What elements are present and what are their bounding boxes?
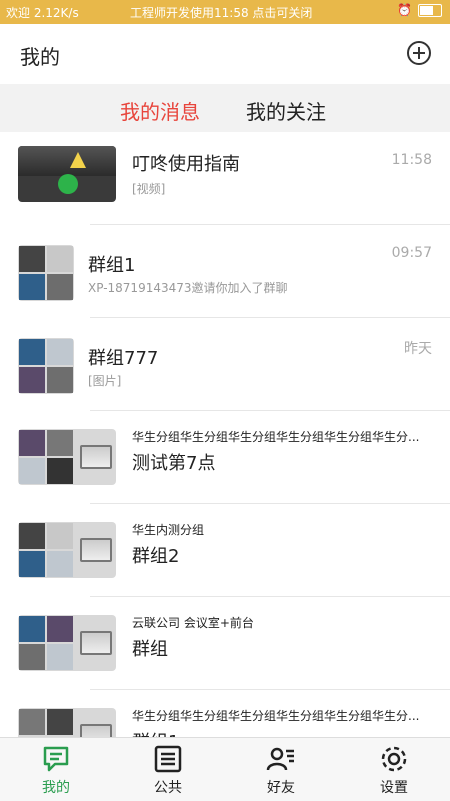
item-name: 群组 <box>132 639 168 660</box>
item-name: 群组777 <box>88 348 159 369</box>
page-title: 我的 <box>20 45 60 69</box>
avatar <box>18 146 116 202</box>
status-left: 欢迎 2.12K/s <box>6 6 79 20</box>
status-notice[interactable]: 工程师开发使用11:58 点击可关闭 <box>130 4 312 21</box>
list-item[interactable]: 华生分组华生分组华生分组华生分组华生分组华生分... 测试第7点 <box>0 411 450 504</box>
nav-public[interactable]: 公共 <box>112 738 224 801</box>
status-bar: 欢迎 2.12K/s 工程师开发使用11:58 点击可关闭 ⏰ <box>0 0 450 24</box>
avatar <box>18 708 116 737</box>
nav-label: 好友 <box>267 780 295 796</box>
list-item[interactable]: 叮咚使用指南 [视频] 11:58 <box>0 132 450 225</box>
tab-my-follows[interactable]: 我的关注 <box>246 96 326 125</box>
group-label: 华生内测分组 <box>132 523 205 537</box>
item-subtitle: [图片] <box>88 374 122 388</box>
item-name: 叮咚使用指南 <box>132 154 240 175</box>
nav-label: 公共 <box>154 780 182 796</box>
gear-icon <box>381 746 407 772</box>
item-time: 09:57 <box>391 245 432 261</box>
nav-settings[interactable]: 设置 <box>338 738 450 801</box>
group-label: 华生分组华生分组华生分组华生分组华生分组华生分... <box>132 430 420 444</box>
group-label: 华生分组华生分组华生分组华生分组华生分组华生分... <box>132 709 420 723</box>
add-icon[interactable] <box>406 40 432 66</box>
nav-label: 设置 <box>380 780 408 796</box>
item-subtitle: [视频] <box>132 182 166 196</box>
list-item[interactable]: 华生分组华生分组华生分组华生分组华生分组华生分... 群组1 <box>0 690 450 737</box>
alarm-icon: ⏰ <box>397 3 412 17</box>
list-item[interactable]: 华生内测分组 群组2 <box>0 504 450 597</box>
list-item[interactable]: 云联公司 会议室+前台 群组 <box>0 597 450 690</box>
item-name: 测试第7点 <box>132 453 216 474</box>
bottom-nav: 我的 公共 好友 设置 <box>0 737 450 801</box>
avatar <box>18 245 74 301</box>
item-name: 群组1 <box>88 255 136 276</box>
list-item[interactable]: 群组1 XP-18719143473邀请你加入了群聊 09:57 <box>0 225 450 318</box>
avatar <box>18 522 116 578</box>
avatar <box>18 338 74 394</box>
group-label: 云联公司 会议室+前台 <box>132 616 254 630</box>
item-name: 群组2 <box>132 546 180 567</box>
tab-bar: 我的消息 我的关注 <box>0 84 450 132</box>
chat-icon <box>43 746 69 772</box>
avatar <box>18 615 116 671</box>
item-name: 群组1 <box>132 728 179 737</box>
tab-my-messages[interactable]: 我的消息 <box>120 96 200 125</box>
battery-icon <box>418 3 442 17</box>
avatar <box>18 429 116 485</box>
item-subtitle: XP-18719143473邀请你加入了群聊 <box>88 281 288 295</box>
nav-friends[interactable]: 好友 <box>225 738 337 801</box>
header: 我的 <box>0 24 450 84</box>
list-icon <box>154 745 182 773</box>
list-item[interactable]: 群组777 [图片] 昨天 <box>0 318 450 411</box>
message-list: 叮咚使用指南 [视频] 11:58 群组1 XP-18719143473邀请你加… <box>0 132 450 737</box>
contacts-icon <box>266 747 294 771</box>
nav-label: 我的 <box>42 780 70 796</box>
status-icons: ⏰ <box>397 3 442 17</box>
nav-mine[interactable]: 我的 <box>0 738 112 801</box>
item-time: 11:58 <box>391 152 432 168</box>
item-time: 昨天 <box>404 341 432 357</box>
